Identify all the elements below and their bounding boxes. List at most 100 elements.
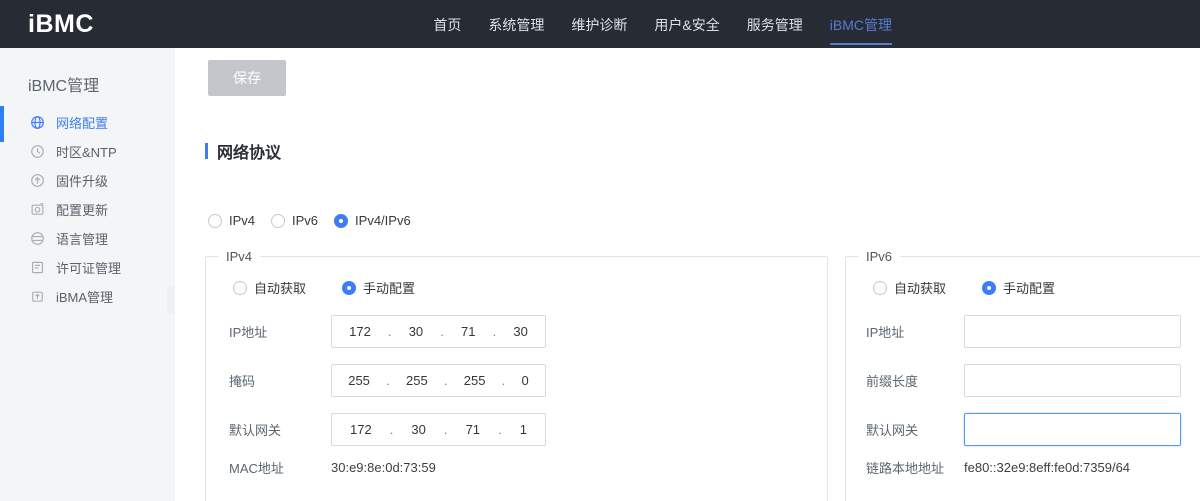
ip-octet: 172: [350, 422, 372, 437]
ip-octet: 30: [411, 422, 425, 437]
ipv6-ip-address-input[interactable]: [964, 315, 1181, 348]
ipv6-gateway-input[interactable]: [964, 413, 1181, 446]
sidebar-item-ibma-mgmt[interactable]: iBMA管理: [0, 282, 175, 311]
title-accent-bar: [205, 143, 208, 159]
upgrade-icon: [30, 173, 45, 188]
ipv4-ip-address-input[interactable]: 172.30.71.30: [331, 315, 546, 348]
ipv4-gateway-input[interactable]: 172. 30. 71. 1: [331, 413, 546, 446]
field-label: 默认网关: [229, 420, 331, 439]
clock-icon: [30, 144, 45, 159]
section-title-text: 网络协议: [217, 139, 281, 163]
ipv6-mode-radio-group: 自动获取 手动配置: [873, 278, 1200, 297]
sidebar-item-label: 许可证管理: [56, 258, 121, 277]
radio-unchecked-icon: [233, 281, 247, 295]
nav-item-service-mgmt[interactable]: 服务管理: [747, 0, 803, 45]
sidebar-item-firmware-upgrade[interactable]: 固件升级: [0, 166, 175, 195]
sidebar-item-timezone-ntp[interactable]: 时区&NTP: [0, 137, 175, 166]
config-update-icon: [30, 202, 45, 217]
ip-octet: 71: [461, 324, 475, 339]
nav-item-user-security[interactable]: 用户&安全: [654, 0, 719, 45]
ipv4-panel-legend: IPv4: [218, 249, 260, 264]
radio-unchecked-icon: [873, 281, 887, 295]
sidebar-item-label: 固件升级: [56, 171, 108, 190]
sidebar: iBMC管理 网络配置 时区&NTP 固件升级: [0, 48, 175, 501]
ip-separator: .: [498, 422, 502, 437]
field-label: 前缀长度: [866, 371, 964, 390]
ip-octet: 255: [348, 373, 370, 388]
radio-label: 自动获取: [254, 278, 306, 297]
ibma-icon: [30, 289, 45, 304]
ipv4-mode-radio-group: 自动获取 手动配置: [233, 278, 827, 297]
radio-option-ipv4-ipv6[interactable]: IPv4/IPv6: [334, 213, 411, 228]
license-icon: [30, 260, 45, 275]
sidebar-item-license-mgmt[interactable]: 许可证管理: [0, 253, 175, 282]
radio-option-ipv6[interactable]: IPv6: [271, 213, 318, 228]
sidebar-item-label: 语言管理: [56, 229, 108, 248]
radio-checked-icon: [982, 281, 996, 295]
radio-checked-icon: [334, 214, 348, 228]
top-nav: 首页 系统管理 维护诊断 用户&安全 服务管理 iBMC管理: [433, 0, 892, 48]
sidebar-menu: 网络配置 时区&NTP 固件升级 配置更新: [0, 108, 175, 311]
field-label: 默认网关: [866, 420, 964, 439]
radio-option-ipv4[interactable]: IPv4: [208, 213, 255, 228]
ipv4-mac-address-row: MAC地址 30:e9:8e:0d:73:59: [229, 459, 827, 475]
ip-octet: 1: [520, 422, 527, 437]
radio-label: IPv4: [229, 213, 255, 228]
sidebar-item-config-update[interactable]: 配置更新: [0, 195, 175, 224]
ip-separator: .: [388, 324, 392, 339]
ipv6-link-local-row: 链路本地地址 fe80::32e9:8eff:fe0d:7359/64: [866, 459, 1200, 475]
radio-label: 手动配置: [363, 278, 415, 297]
nav-item-home[interactable]: 首页: [433, 0, 461, 45]
sidebar-item-language-mgmt[interactable]: 语言管理: [0, 224, 175, 253]
ipv6-radio-auto[interactable]: 自动获取: [873, 278, 946, 297]
protocol-radio-group: IPv4 IPv6 IPv4/IPv6: [208, 213, 411, 228]
ipv4-radio-manual[interactable]: 手动配置: [342, 278, 415, 297]
nav-item-ibmc-mgmt[interactable]: iBMC管理: [830, 0, 892, 45]
globe-icon: [30, 115, 45, 130]
ip-separator: .: [386, 373, 390, 388]
ip-separator: .: [493, 324, 497, 339]
ip-separator: .: [440, 324, 444, 339]
section-title: 网络协议: [205, 139, 281, 163]
ipv4-subnet-mask-row: 掩码 255.255.255.0: [229, 364, 827, 397]
sidebar-item-label: 时区&NTP: [56, 142, 117, 161]
radio-checked-icon: [342, 281, 356, 295]
ip-octet: 71: [466, 422, 480, 437]
field-label: IP地址: [866, 322, 964, 341]
ibmc-network-config-page: iBMC 首页 系统管理 维护诊断 用户&安全 服务管理 iBMC管理 iBMC…: [0, 0, 1200, 501]
field-label: MAC地址: [229, 458, 331, 477]
ip-separator: .: [444, 422, 448, 437]
ipv4-subnet-mask-input[interactable]: 255.255.255.0: [331, 364, 546, 397]
sidebar-title: iBMC管理: [28, 72, 99, 96]
ipv6-radio-manual[interactable]: 手动配置: [982, 278, 1055, 297]
ip-separator: .: [444, 373, 448, 388]
main-content: 保存 网络协议 IPv4 IPv6 IPv4/IPv6 IPv4: [175, 48, 1200, 501]
ipv4-radio-auto[interactable]: 自动获取: [233, 278, 306, 297]
ipv4-panel: IPv4 自动获取 手动配置 IP地址 172.30.71.30 掩码: [205, 249, 828, 501]
radio-label: IPv6: [292, 213, 318, 228]
sidebar-item-label: 配置更新: [56, 200, 108, 219]
ip-octet: 255: [406, 373, 428, 388]
radio-label: IPv4/IPv6: [355, 213, 411, 228]
ip-separator: .: [390, 422, 394, 437]
radio-label: 手动配置: [1003, 278, 1055, 297]
ipv6-prefix-length-row: 前缀长度: [866, 364, 1200, 397]
sidebar-item-network-config[interactable]: 网络配置: [0, 108, 175, 137]
radio-unchecked-icon: [271, 214, 285, 228]
mac-address-value: 30:e9:8e:0d:73:59: [331, 460, 436, 475]
top-header: iBMC 首页 系统管理 维护诊断 用户&安全 服务管理 iBMC管理: [0, 0, 1200, 48]
nav-item-maintenance-diagnosis[interactable]: 维护诊断: [571, 0, 627, 45]
ip-octet: 255: [464, 373, 486, 388]
ip-octet: 30: [409, 324, 423, 339]
save-button[interactable]: 保存: [208, 60, 286, 96]
field-label: 链路本地地址: [866, 458, 964, 477]
radio-unchecked-icon: [208, 214, 222, 228]
sidebar-item-label: 网络配置: [56, 113, 108, 132]
nav-item-system-mgmt[interactable]: 系统管理: [488, 0, 544, 45]
ipv4-ip-address-row: IP地址 172.30.71.30: [229, 315, 827, 348]
link-local-address-value: fe80::32e9:8eff:fe0d:7359/64: [964, 460, 1130, 475]
ipv6-panel: IPv6 自动获取 手动配置 IP地址 前缀长度 默认: [845, 249, 1200, 501]
ip-octet: 30: [513, 324, 527, 339]
ipv6-panel-legend: IPv6: [858, 249, 900, 264]
ipv6-prefix-length-input[interactable]: [964, 364, 1181, 397]
